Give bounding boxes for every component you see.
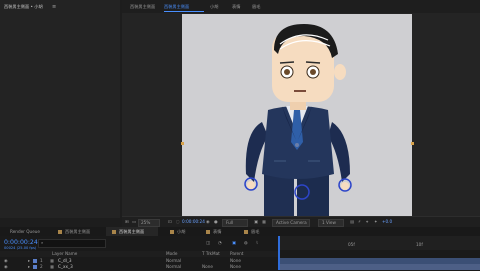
camera-value: Active Camera bbox=[276, 220, 307, 225]
expand-icon[interactable]: ▸ bbox=[28, 264, 30, 269]
right-hand bbox=[341, 182, 349, 190]
composition-tab-bar: 西装男主侧面 西装男主侧面 小胡 表情 眉毛 bbox=[122, 0, 480, 14]
frame-blend-icon[interactable]: ▣ bbox=[232, 240, 236, 245]
visibility-icon[interactable]: ◉ bbox=[4, 264, 8, 269]
layer-number: 2 bbox=[40, 264, 43, 269]
timeline-tab[interactable]: 小胡 bbox=[177, 229, 185, 234]
resolution-dropdown[interactable]: Full bbox=[222, 219, 248, 227]
timeline-tab[interactable]: 表情 bbox=[213, 229, 221, 234]
viewer-timecode[interactable]: 0:00:00:24 bbox=[182, 219, 205, 224]
exposure-icon[interactable]: ✦ bbox=[374, 219, 378, 224]
search-icon: ⌕ bbox=[41, 240, 44, 245]
transparency-grid-icon[interactable]: ▦ bbox=[262, 219, 266, 224]
comp-tab-active[interactable]: 西装男主侧面 bbox=[164, 4, 189, 9]
timeline-tab-active[interactable]: 西装男主侧面 bbox=[119, 229, 144, 234]
camera-dropdown[interactable]: Active Camera bbox=[272, 219, 310, 227]
views-value: 1 View bbox=[322, 220, 336, 225]
layer-type-icon: ▦ bbox=[50, 258, 54, 263]
monitor-icon[interactable]: ▭ bbox=[132, 219, 136, 224]
project-panel bbox=[0, 0, 120, 218]
grid-icon[interactable]: ⊞ bbox=[125, 219, 129, 224]
layer-name[interactable]: C_xx_3 bbox=[58, 264, 73, 269]
layer-mode[interactable]: Normal bbox=[166, 258, 181, 263]
draft-3d-icon[interactable]: ◫ bbox=[206, 240, 210, 245]
canvas-edge-handle-left[interactable] bbox=[181, 142, 184, 145]
layer-type-icon: ▦ bbox=[50, 264, 54, 269]
layer-duration-bar[interactable] bbox=[280, 264, 480, 270]
3d-view-icon[interactable]: ⌖ bbox=[366, 219, 368, 224]
timeline-column-header: Layer Name Mode T TrkMat Parent bbox=[0, 251, 278, 257]
viewer-toolbar: ⊞ ▭ 25% ⊡ ◌ 0:00:00:24 ◉ ● Full ▣ ▦ Acti… bbox=[122, 216, 480, 227]
right-eyebrow bbox=[305, 61, 321, 64]
comp-tab[interactable]: 西装男主侧面 bbox=[130, 4, 155, 9]
comp-tab[interactable]: 眉毛 bbox=[252, 4, 260, 9]
left-eyebrow bbox=[279, 61, 295, 64]
layer-row[interactable]: ◉ ▸ 2 ▦ C_xx_3 Normal None None bbox=[0, 264, 278, 270]
render-queue-tab[interactable]: Render Queue bbox=[10, 229, 40, 234]
mode-column[interactable]: Mode bbox=[166, 251, 177, 256]
comp-tab[interactable]: 表情 bbox=[232, 4, 240, 9]
fast-preview-icon[interactable]: ⚡ bbox=[358, 219, 361, 224]
character-illustration bbox=[244, 24, 352, 217]
timeline-tab[interactable]: 眉毛 bbox=[251, 229, 259, 234]
toggle-pixel-icon[interactable]: ▤ bbox=[350, 219, 354, 224]
snapshot-icon[interactable]: ◉ bbox=[206, 219, 210, 224]
fit-icon[interactable]: ⊡ bbox=[168, 219, 172, 224]
time-ruler[interactable]: 05f 10f bbox=[278, 236, 480, 250]
mouth bbox=[294, 90, 306, 92]
layer-trkmat[interactable]: None bbox=[202, 264, 213, 269]
left-pocket bbox=[274, 160, 286, 162]
ear bbox=[334, 64, 346, 80]
composition-canvas[interactable] bbox=[182, 14, 412, 217]
comp-color-icon bbox=[112, 230, 116, 234]
shy-icon[interactable]: ◔ bbox=[218, 240, 222, 245]
suit-button bbox=[295, 143, 299, 147]
ruler-mark: 05f bbox=[348, 242, 355, 247]
layer-parent[interactable]: None bbox=[230, 264, 241, 269]
layer-name[interactable]: C_dl_3 bbox=[58, 258, 72, 263]
project-panel-title: 西装男主侧面 • 小胡 bbox=[4, 4, 43, 9]
timeline-fps-note: 00024 (25.00 fps) bbox=[4, 246, 37, 250]
layer-mode[interactable]: Normal bbox=[166, 264, 181, 269]
timeline-timecode[interactable]: 0:00:00:24 bbox=[4, 239, 38, 246]
canvas-edge-handle-right[interactable] bbox=[411, 142, 414, 145]
channel-icon[interactable]: ● bbox=[214, 219, 218, 224]
label-color-icon[interactable] bbox=[33, 265, 37, 269]
comp-color-icon bbox=[206, 230, 210, 234]
panel-menu-icon[interactable]: ≡ bbox=[52, 4, 56, 10]
active-tab-underline bbox=[164, 11, 204, 12]
timeline-tab[interactable]: 西装男主侧面 bbox=[65, 229, 90, 234]
left-pupil bbox=[284, 69, 290, 75]
expand-icon[interactable]: ▸ bbox=[28, 258, 30, 263]
layer-search-input[interactable]: ⌕ bbox=[38, 239, 106, 248]
region-icon[interactable]: ◌ bbox=[176, 219, 180, 224]
motion-blur-icon[interactable]: ◍ bbox=[244, 240, 248, 245]
resolution-value: Full bbox=[226, 220, 234, 225]
roi-icon[interactable]: ▣ bbox=[254, 219, 258, 224]
comp-tab[interactable]: 小胡 bbox=[210, 4, 218, 9]
parent-column[interactable]: Parent bbox=[230, 251, 243, 256]
ruler-mark: 10f bbox=[416, 242, 423, 247]
label-color-icon[interactable] bbox=[33, 259, 37, 263]
layer-number: 1 bbox=[40, 258, 43, 263]
graph-editor-icon[interactable]: ⌇ bbox=[256, 240, 258, 245]
visibility-icon[interactable]: ◉ bbox=[4, 258, 8, 263]
views-dropdown[interactable]: 1 View bbox=[318, 219, 344, 227]
layer-name-column[interactable]: Layer Name bbox=[52, 251, 77, 256]
zoom-dropdown[interactable]: 25% bbox=[138, 219, 160, 227]
right-pupil bbox=[310, 69, 316, 75]
left-hand bbox=[247, 181, 255, 189]
layer-parent[interactable]: None bbox=[230, 258, 241, 263]
comp-color-icon bbox=[58, 230, 62, 234]
trkmat-column[interactable]: T TrkMat bbox=[202, 251, 220, 256]
zoom-value: 25% bbox=[141, 220, 151, 225]
comp-color-icon bbox=[170, 230, 174, 234]
right-pocket bbox=[308, 160, 320, 162]
comp-color-icon bbox=[244, 230, 248, 234]
exposure-value[interactable]: +0.0 bbox=[382, 219, 392, 224]
